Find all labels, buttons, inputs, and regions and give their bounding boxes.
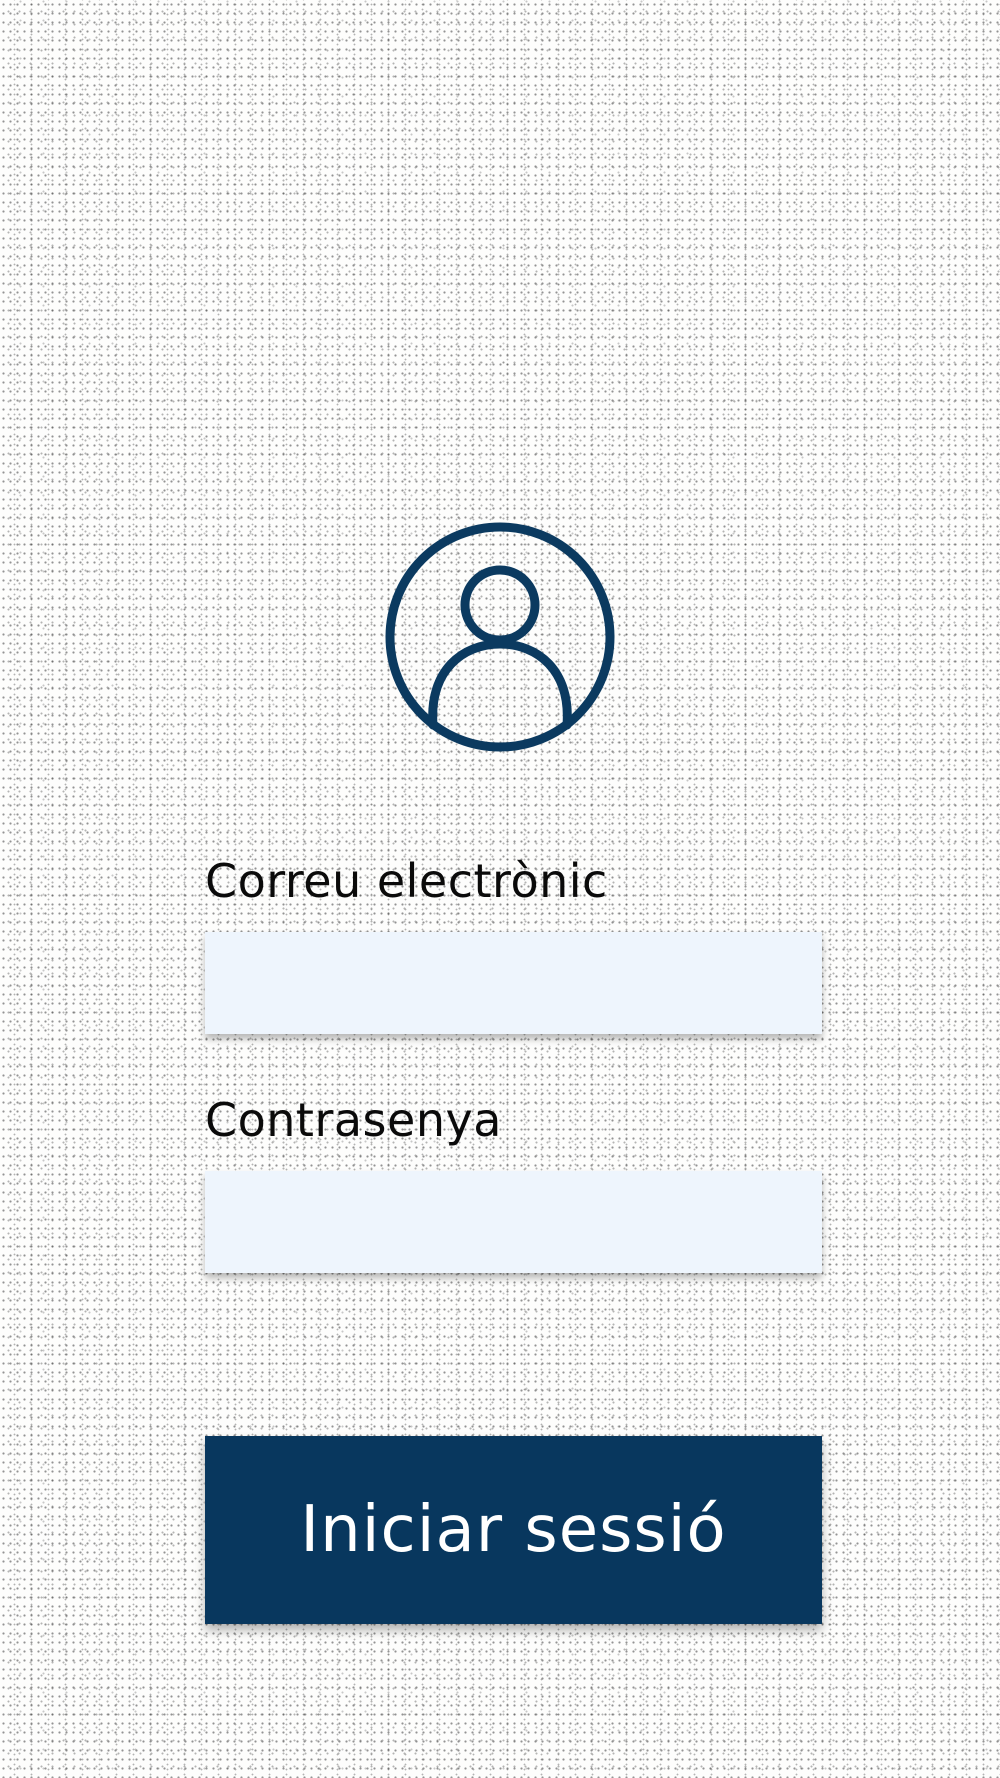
password-label: Contrasenya <box>205 1093 502 1147</box>
password-input[interactable] <box>205 1171 822 1273</box>
login-button[interactable]: Iniciar sessió <box>205 1436 822 1624</box>
user-avatar-icon <box>385 522 615 752</box>
email-input[interactable] <box>205 932 822 1034</box>
email-label: Correu electrònic <box>205 854 608 908</box>
